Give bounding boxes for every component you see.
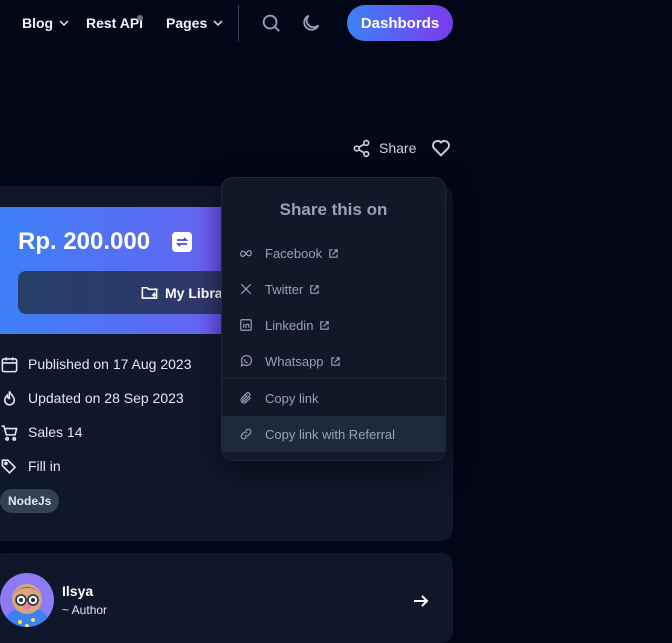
- nav-rest-api-label: Rest API: [86, 15, 144, 31]
- copy-link[interactable]: Copy link: [222, 380, 445, 416]
- flame-icon: [3, 390, 16, 406]
- share-twitter-label: Twitter: [265, 281, 304, 297]
- paperclip-icon: [240, 392, 252, 404]
- copy-link-referral-label: Copy link with Referral: [265, 426, 396, 442]
- external-link-icon: [310, 284, 320, 294]
- chevron-down-icon: [213, 20, 223, 27]
- share-linkedin[interactable]: Linkedin: [222, 307, 445, 343]
- sales-text: Sales 14: [28, 424, 83, 440]
- share-facebook-label: Facebook: [265, 245, 323, 261]
- whatsapp-icon: [240, 354, 253, 367]
- dashboards-button[interactable]: Dashbords: [347, 5, 453, 41]
- published-row: Published on 17 Aug 2023: [0, 354, 191, 374]
- link-icon: [240, 428, 252, 440]
- my-library-label: My Libra: [165, 284, 223, 301]
- dropdown-title: Share this on: [279, 200, 388, 219]
- chevron-down-icon: [59, 20, 69, 27]
- nav-pages[interactable]: Pages: [166, 14, 223, 32]
- share-whatsapp[interactable]: Whatsapp: [222, 343, 445, 379]
- copy-link-label: Copy link: [265, 390, 319, 406]
- share-twitter[interactable]: Twitter: [222, 271, 445, 307]
- cart-icon: [1, 424, 18, 441]
- external-link-icon: [330, 356, 340, 366]
- share-linkedin-label: Linkedin: [265, 317, 314, 333]
- dropdown-divider: [222, 378, 445, 379]
- folder-icon: [141, 286, 158, 299]
- moon-icon[interactable]: [300, 12, 322, 34]
- search-icon[interactable]: [260, 12, 282, 34]
- nav-blog[interactable]: Blog: [22, 14, 69, 32]
- nav-blog-label: Blog: [22, 15, 54, 31]
- copy-link-referral[interactable]: Copy link with Referral: [222, 416, 445, 452]
- notification-dot: [137, 15, 143, 21]
- updated-row: Updated on 28 Sep 2023: [0, 388, 184, 408]
- tag-icon: [1, 458, 17, 474]
- fill-in-row: Fill in: [0, 456, 61, 476]
- meta-icon: [240, 250, 252, 257]
- x-icon: [240, 283, 252, 295]
- share-dropdown: Share this on Facebook Twitter Linkedin …: [221, 177, 446, 461]
- price: Rp. 200.000: [18, 228, 151, 255]
- calendar-icon: [1, 356, 18, 372]
- tag-badge[interactable]: NodeJs: [0, 489, 60, 513]
- sales-row: Sales 14: [0, 422, 82, 442]
- share-icon: [353, 139, 370, 157]
- author-role: ~ Author: [62, 603, 108, 617]
- heart-icon[interactable]: [430, 137, 452, 159]
- share-whatsapp-label: Whatsapp: [265, 353, 324, 369]
- avatar: [0, 573, 54, 627]
- external-link-icon: [329, 248, 338, 258]
- share-facebook[interactable]: Facebook: [222, 235, 445, 271]
- share-label: Share: [379, 140, 417, 156]
- repeat-icon: [172, 232, 192, 252]
- nav-pages-label: Pages: [166, 15, 208, 31]
- external-link-icon: [320, 320, 330, 330]
- nav-divider: [238, 5, 239, 41]
- nav-rest-api[interactable]: Rest API: [86, 14, 143, 32]
- updated-text: Updated on 28 Sep 2023: [28, 390, 184, 406]
- fill-in-text: Fill in: [28, 458, 61, 474]
- linkedin-icon: [240, 319, 252, 331]
- published-text: Published on 17 Aug 2023: [28, 356, 192, 372]
- arrow-right-icon[interactable]: [411, 591, 431, 611]
- author-name: Ilsya: [62, 583, 94, 599]
- share-button[interactable]: Share: [352, 137, 416, 159]
- my-library-content: My Libra: [140, 283, 223, 302]
